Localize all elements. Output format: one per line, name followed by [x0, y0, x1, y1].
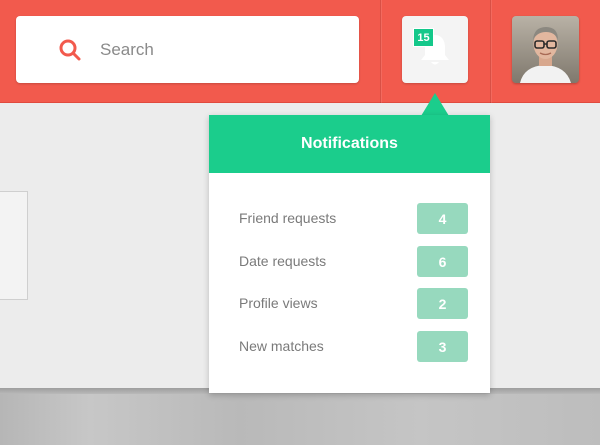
notification-item-date-requests[interactable]: Date requests 6	[209, 246, 490, 278]
notification-item-friend-requests[interactable]: Friend requests 4	[209, 203, 490, 235]
search-icon[interactable]	[58, 38, 82, 62]
user-avatar[interactable]	[512, 16, 579, 83]
notification-count: 3	[417, 331, 468, 362]
content-card-edge	[0, 191, 28, 300]
notification-count: 4	[417, 203, 468, 234]
search-box[interactable]	[16, 16, 359, 83]
top-navigation-bar: 15	[0, 0, 600, 103]
divider	[380, 0, 381, 103]
notification-label: New matches	[239, 338, 324, 354]
footer-band	[0, 388, 600, 445]
notification-count-badge: 15	[413, 28, 434, 47]
avatar-image	[512, 16, 579, 83]
search-input[interactable]	[100, 34, 350, 66]
notifications-button[interactable]: 15	[402, 16, 468, 83]
notification-item-new-matches[interactable]: New matches 3	[209, 331, 490, 363]
dropdown-title: Notifications	[209, 115, 490, 173]
notification-label: Friend requests	[239, 210, 337, 226]
notification-item-profile-views[interactable]: Profile views 2	[209, 288, 490, 320]
notification-label: Date requests	[239, 253, 327, 269]
dropdown-pointer	[421, 93, 449, 116]
notification-label: Profile views	[239, 295, 318, 311]
notification-count: 6	[417, 246, 468, 277]
notifications-dropdown: Notifications Friend requests 4 Date req…	[209, 115, 490, 393]
notification-count: 2	[417, 288, 468, 319]
divider	[490, 0, 491, 103]
